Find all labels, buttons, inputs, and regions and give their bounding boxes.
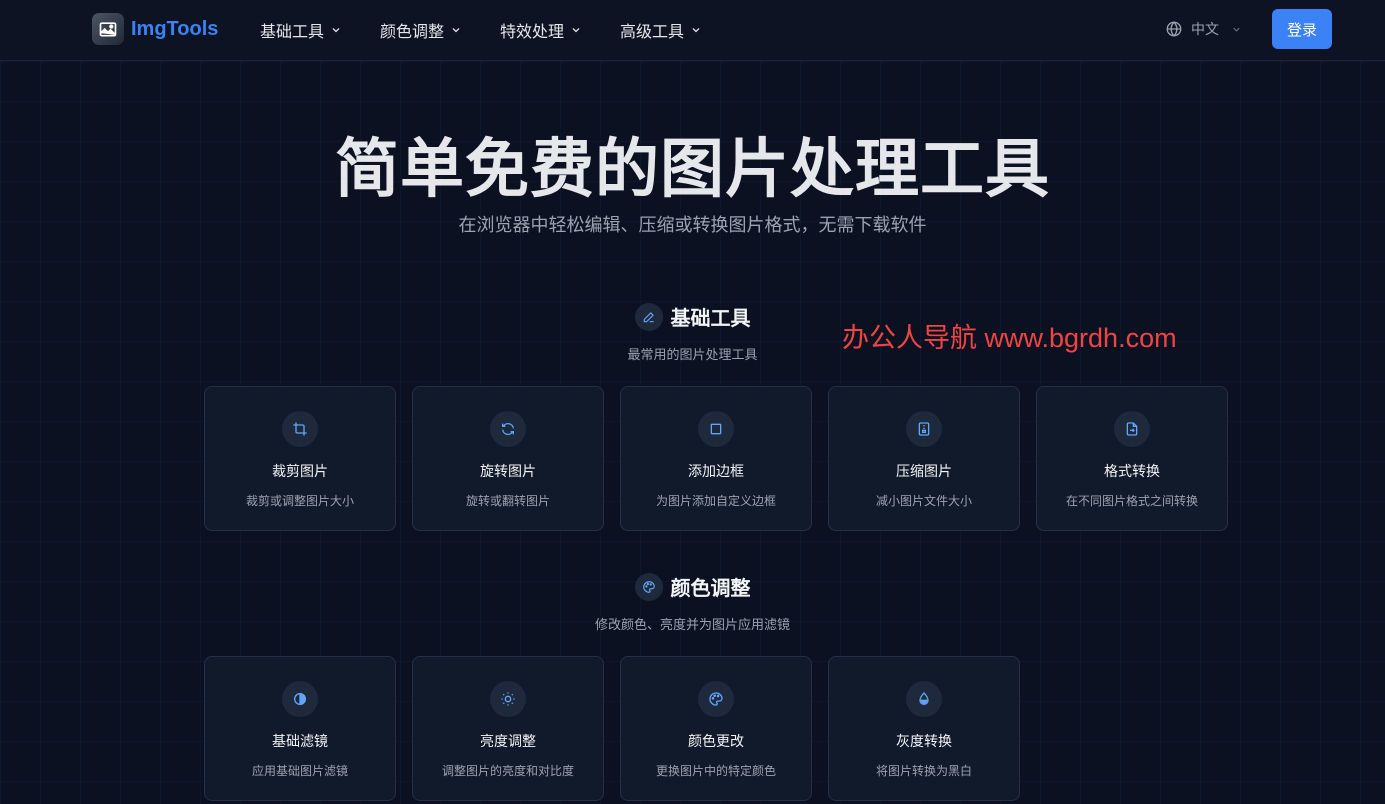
card-description: 为图片添加自定义边框 [655, 494, 776, 508]
top-navbar: ImgTools 基础工具 颜色调整 特效处理 高级工具 中文 登录 [0, 0, 1385, 61]
card-title: 裁剪图片 [272, 464, 328, 480]
section-description: 最常用的图片处理工具 [627, 348, 758, 363]
chevron-down-icon [692, 28, 700, 33]
card-description: 旋转或翻转图片 [465, 494, 550, 508]
card-title: 基础滤镜 [272, 734, 328, 750]
chevron-down-icon [572, 28, 580, 33]
square-icon [698, 411, 734, 447]
main-nav: 基础工具 颜色调整 特效处理 高级工具 [260, 0, 740, 60]
card-title: 旋转图片 [480, 464, 536, 480]
section-title: 颜色调整 [670, 576, 751, 600]
tool-card-grayscale[interactable]: 灰度转换 将图片转换为黑白 [828, 656, 1020, 801]
card-description: 更换图片中的特定颜色 [655, 764, 776, 778]
chevron-down-icon [452, 28, 460, 33]
tool-card-color-change[interactable]: 颜色更改 更换图片中的特定颜色 [620, 656, 812, 801]
chevron-down-icon [332, 28, 340, 33]
nav-label: 颜色调整 [380, 22, 445, 41]
color-adjust-cards: 基础滤镜 应用基础图片滤镜 亮度调整 调整图片的亮度和对比度 颜色更改 更换图片… [204, 656, 1036, 801]
nav-basic-tools[interactable]: 基础工具 [260, 18, 342, 42]
section-basic-tools-header: 基础工具 [0, 302, 1385, 331]
crop-icon [282, 411, 318, 447]
card-title: 亮度调整 [480, 734, 536, 750]
nav-advanced-tools[interactable]: 高级工具 [620, 18, 702, 42]
rotate-icon [490, 411, 526, 447]
card-description: 在不同图片格式之间转换 [1065, 494, 1198, 508]
card-title: 添加边框 [688, 464, 744, 480]
logo[interactable]: ImgTools [92, 13, 218, 45]
card-description: 减小图片文件大小 [875, 494, 972, 508]
language-selector[interactable]: 中文 [1165, 19, 1242, 39]
nav-label: 基础工具 [260, 22, 325, 41]
card-title: 灰度转换 [896, 734, 952, 750]
basic-tools-cards: 裁剪图片 裁剪或调整图片大小 旋转图片 旋转或翻转图片 添加边框 为图片添加自定… [204, 386, 1244, 531]
tool-card-compress[interactable]: 压缩图片 减小图片文件大小 [828, 386, 1020, 531]
card-description: 将图片转换为黑白 [875, 764, 972, 778]
sun-icon [490, 681, 526, 717]
compress-icon [906, 411, 942, 447]
card-title: 颜色更改 [688, 734, 744, 750]
nav-label: 高级工具 [620, 22, 685, 41]
image-icon [92, 13, 124, 45]
section-title: 基础工具 [670, 306, 751, 330]
tool-card-convert[interactable]: 格式转换 在不同图片格式之间转换 [1036, 386, 1228, 531]
hero-subtitle: 在浏览器中轻松编辑、压缩或转换图片格式，无需下载软件 [458, 215, 927, 236]
nav-effects[interactable]: 特效处理 [500, 18, 582, 42]
palette-icon [698, 681, 734, 717]
card-description: 应用基础图片滤镜 [251, 764, 348, 778]
nav-label: 特效处理 [500, 22, 565, 41]
contrast-icon [282, 681, 318, 717]
section-description: 修改颜色、亮度并为图片应用滤镜 [594, 618, 790, 633]
pencil-icon [634, 302, 663, 331]
file-convert-icon [1114, 411, 1150, 447]
droplet-icon [906, 681, 942, 717]
logo-text: ImgTools [131, 17, 219, 40]
card-title: 格式转换 [1104, 464, 1160, 480]
tool-card-border[interactable]: 添加边框 为图片添加自定义边框 [620, 386, 812, 531]
nav-color-adjust[interactable]: 颜色调整 [380, 18, 462, 42]
card-description: 裁剪或调整图片大小 [245, 494, 354, 508]
hero-title: 简单免费的图片处理工具 [335, 133, 1050, 207]
card-title: 压缩图片 [896, 464, 952, 480]
tool-card-brightness[interactable]: 亮度调整 调整图片的亮度和对比度 [412, 656, 604, 801]
tool-card-crop[interactable]: 裁剪图片 裁剪或调整图片大小 [204, 386, 396, 531]
tool-card-rotate[interactable]: 旋转图片 旋转或翻转图片 [412, 386, 604, 531]
card-description: 调整图片的亮度和对比度 [441, 764, 574, 778]
login-button[interactable]: 登录 [1272, 9, 1332, 49]
tool-card-basic-filter[interactable]: 基础滤镜 应用基础图片滤镜 [204, 656, 396, 801]
language-label: 中文 [1191, 22, 1219, 38]
section-color-adjust-header: 颜色调整 [0, 572, 1385, 601]
palette-icon [634, 572, 663, 601]
globe-icon [1166, 21, 1182, 37]
chevron-down-icon [1233, 27, 1240, 32]
